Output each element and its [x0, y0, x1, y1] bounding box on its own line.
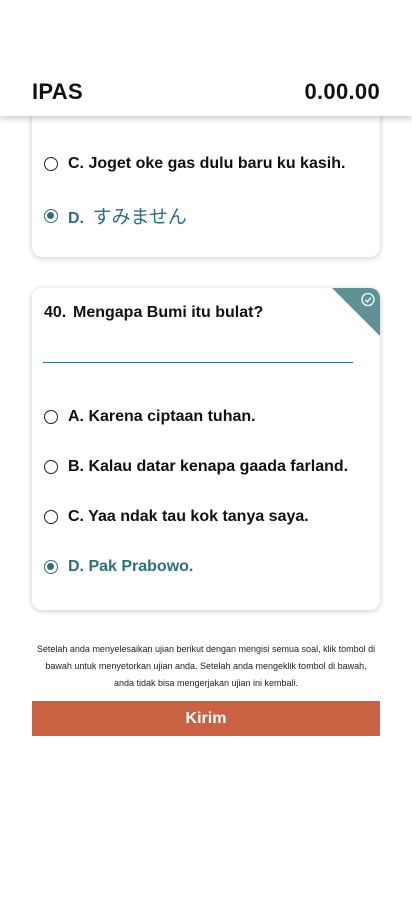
option-letter: C.	[68, 155, 84, 172]
radio-button[interactable]	[44, 460, 58, 474]
option-label: D. Pak Prabowo.	[68, 558, 194, 575]
question-number: 40.	[44, 304, 67, 321]
option-label: C. Yaa ndak tau kok tanya saya.	[68, 508, 309, 525]
option-c[interactable]: C. Yaa ndak tau kok tanya saya.	[44, 508, 309, 526]
submit-notice: Setelah anda menyelesaikan ujian berikut…	[36, 644, 376, 688]
divider	[43, 362, 353, 363]
submit-button[interactable]: Kirim	[32, 701, 380, 736]
radio-button[interactable]	[44, 157, 58, 171]
option-label: すみません	[92, 207, 187, 228]
option-c[interactable]: C. Joget oke gas dulu baru ku kasih.	[44, 155, 345, 173]
radio-button[interactable]	[44, 410, 58, 424]
option-b[interactable]: B. Kalau datar kenapa gaada farland.	[44, 458, 348, 476]
question-card: 40. Mengapa Bumi itu bulat? A. Karena ci…	[32, 288, 380, 610]
option-d[interactable]: D. すみません	[44, 202, 187, 229]
check-circle-icon	[332, 288, 380, 336]
question-text: Mengapa Bumi itu bulat?	[73, 304, 264, 321]
option-letter: D.	[68, 210, 84, 227]
option-label: B. Kalau datar kenapa gaada farland.	[68, 458, 349, 475]
radio-button-selected[interactable]	[44, 560, 58, 574]
subject-title: IPAS	[32, 79, 83, 104]
question-card-previous: C. Joget oke gas dulu baru ku kasih. D. …	[32, 96, 380, 257]
option-label: A. Karena ciptaan tuhan.	[68, 408, 256, 425]
exam-timer: 0.00.00	[304, 79, 380, 104]
radio-button[interactable]	[44, 510, 58, 524]
option-a[interactable]: A. Karena ciptaan tuhan.	[44, 408, 256, 426]
option-d[interactable]: D. Pak Prabowo.	[44, 558, 193, 576]
app-header: IPAS 0.00.00	[0, 0, 412, 116]
radio-button-selected[interactable]	[44, 208, 58, 223]
option-label: Joget oke gas dulu baru ku kasih.	[88, 155, 346, 172]
